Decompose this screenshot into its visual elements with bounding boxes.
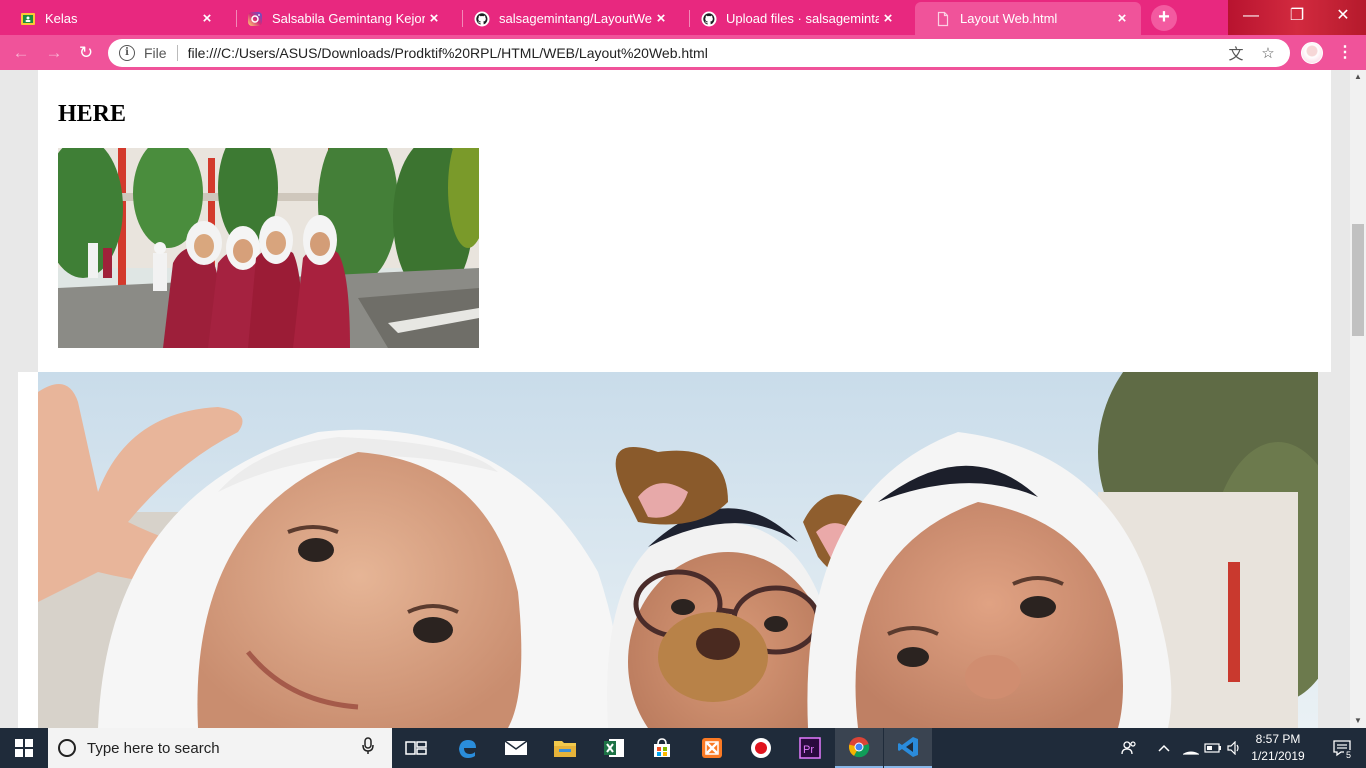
new-tab-button[interactable]: +	[1151, 5, 1177, 31]
scheme-chip[interactable]: File	[144, 45, 167, 61]
omnibox-divider	[176, 45, 178, 61]
taskbar-search-box[interactable]: Type here to search	[48, 728, 392, 768]
translate-icon[interactable]: 文	[1226, 43, 1246, 64]
address-bar[interactable]: i File file:///C:/Users/ASUS/Downloads/P…	[108, 39, 1290, 67]
people-icon[interactable]	[1117, 728, 1141, 768]
page-viewport: HERE	[0, 70, 1350, 728]
content-gutter	[18, 372, 38, 728]
tab-instagram[interactable]: Salsabila Gemintang Kejora (@ ×	[227, 2, 453, 35]
tab-title: Kelas	[45, 11, 78, 26]
page-scrollbar[interactable]: ▲ ▼	[1350, 70, 1366, 728]
bookmark-star-icon[interactable]: ☆	[1258, 44, 1278, 62]
scroll-down-arrow-icon[interactable]: ▼	[1350, 714, 1366, 728]
info-icon[interactable]: i	[119, 45, 135, 61]
profile-avatar[interactable]	[1301, 42, 1323, 64]
tab-title: Layout Web.html	[960, 11, 1058, 26]
svg-text:Pr: Pr	[803, 744, 814, 756]
back-button[interactable]: ←	[10, 42, 32, 64]
clock-time: 8:57 PM	[1255, 732, 1301, 746]
github-icon	[474, 11, 490, 27]
system-clock[interactable]: 8:57 PM 1/21/2019	[1248, 731, 1308, 765]
tab-close-icon[interactable]: ×	[198, 10, 216, 27]
battery-icon[interactable]	[1202, 728, 1224, 768]
action-center-button[interactable]: 5	[1318, 728, 1366, 768]
file-icon	[935, 11, 951, 27]
cortana-icon	[58, 739, 76, 757]
search-placeholder: Type here to search	[87, 739, 220, 757]
restore-button[interactable]: ❐	[1274, 0, 1320, 32]
show-hidden-icons-chevron-icon[interactable]	[1153, 728, 1175, 768]
volume-icon[interactable]	[1224, 728, 1246, 768]
minimize-button[interactable]: —	[1228, 0, 1274, 32]
premiere-icon[interactable]: Pr	[786, 728, 834, 768]
excel-icon[interactable]	[590, 728, 638, 768]
github-icon	[701, 11, 717, 27]
notification-count-badge: 5	[1344, 750, 1354, 760]
recorder-icon[interactable]	[737, 728, 785, 768]
wifi-icon[interactable]	[1180, 728, 1202, 768]
tab-github-upload[interactable]: Upload files · salsagemintang/L ×	[681, 2, 907, 35]
start-button[interactable]	[0, 728, 48, 768]
tab-layout-web[interactable]: Layout Web.html ×	[915, 2, 1141, 35]
mail-icon[interactable]	[492, 728, 540, 768]
tab-title: Salsabila Gemintang Kejora (@	[272, 11, 425, 26]
instagram-icon	[247, 11, 263, 27]
tab-github-repo[interactable]: salsagemintang/LayoutWebPr ×	[454, 2, 680, 35]
clock-date: 1/21/2019	[1251, 749, 1305, 763]
browser-toolbar: ← → ↻ i File file:///C:/Users/ASUS/Downl…	[0, 35, 1366, 70]
tab-title: salsagemintang/LayoutWebPr	[499, 11, 652, 26]
vscode-icon[interactable]	[884, 728, 932, 768]
url-text[interactable]: file:///C:/Users/ASUS/Downloads/Prodktif…	[188, 45, 1226, 61]
store-icon[interactable]	[638, 728, 686, 768]
task-view-icon[interactable]	[392, 728, 440, 768]
windows-logo-icon	[15, 739, 33, 757]
close-window-button[interactable]: ✕	[1320, 0, 1366, 32]
tab-title: Upload files · salsagemintang/L	[726, 11, 879, 26]
tab-strip: Kelas × Salsabila Gemintang Kejora (@ × …	[0, 0, 1366, 35]
scrollbar-thumb[interactable]	[1352, 224, 1364, 336]
tab-close-icon[interactable]: ×	[425, 10, 443, 27]
group-photo-image	[58, 148, 479, 348]
google-classroom-icon	[20, 11, 36, 27]
tab-close-icon[interactable]: ×	[1113, 10, 1131, 27]
scroll-up-arrow-icon[interactable]: ▲	[1350, 70, 1366, 84]
forward-button[interactable]: →	[43, 42, 65, 64]
edge-icon[interactable]	[443, 728, 491, 768]
file-explorer-icon[interactable]	[541, 728, 589, 768]
selfie-photo-image	[38, 372, 1318, 728]
windows-taskbar: Type here to search Pr 8:57 PM 1/21/2019…	[0, 728, 1366, 768]
tab-close-icon[interactable]: ×	[879, 10, 897, 27]
browser-menu-icon[interactable]: ⋮	[1337, 43, 1353, 65]
microphone-icon[interactable]	[358, 737, 378, 759]
reload-button[interactable]: ↻	[75, 42, 97, 64]
tab-kelas[interactable]: Kelas ×	[0, 2, 226, 35]
tab-close-icon[interactable]: ×	[652, 10, 670, 27]
xampp-icon[interactable]	[688, 728, 736, 768]
chrome-icon[interactable]	[835, 728, 883, 768]
page-heading: HERE	[58, 101, 127, 127]
